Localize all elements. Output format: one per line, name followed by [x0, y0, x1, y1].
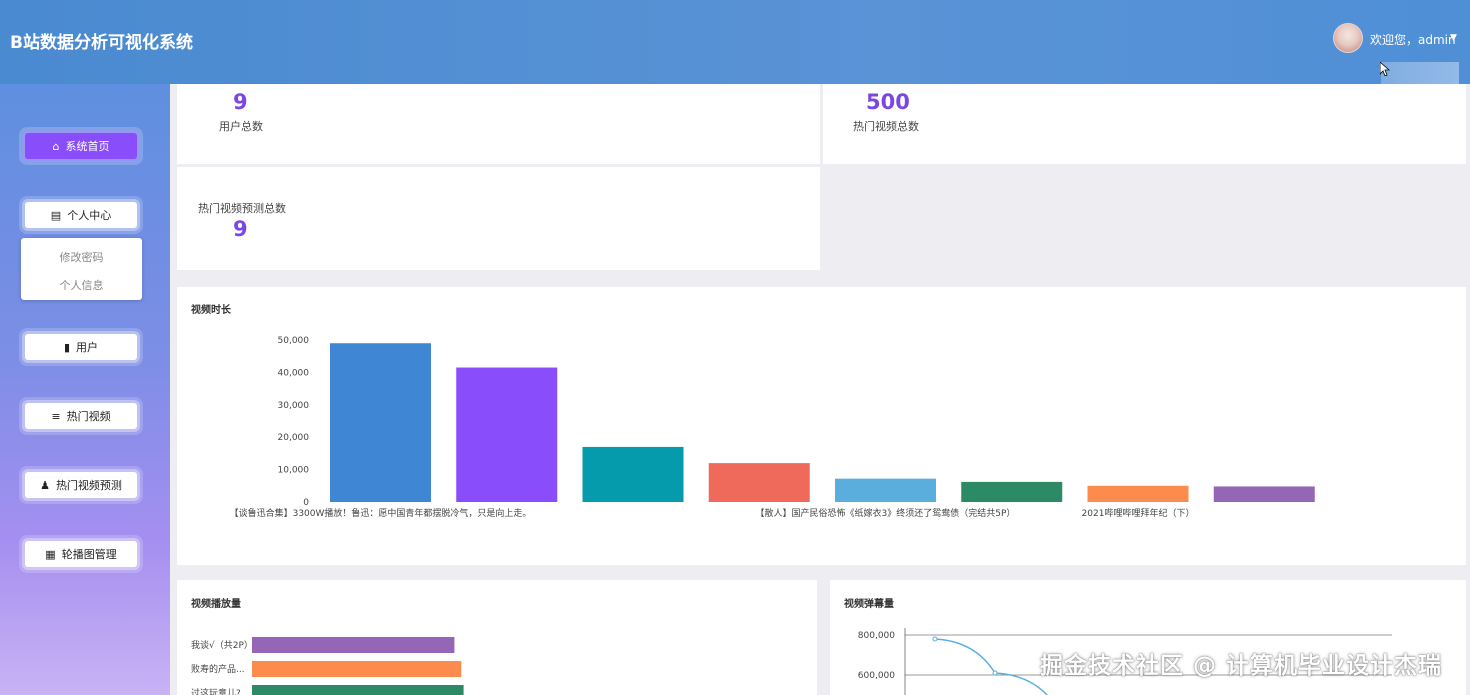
x-tick-label: 【谈鲁迅合集】3300W播放！鲁迅：愿中国青年都摆脱冷气，只是向上走。 — [230, 507, 532, 519]
calendar-icon: ▤ — [50, 208, 62, 222]
bar[interactable] — [456, 367, 558, 502]
sidebar-item-home[interactable]: ⌂ 系统首页 — [25, 133, 137, 159]
bar[interactable] — [708, 463, 810, 502]
bar[interactable] — [252, 661, 462, 677]
y-tick-label: 我谈√（共2P） — [191, 639, 253, 651]
list-icon: ≡ — [51, 409, 61, 423]
bar[interactable] — [582, 446, 684, 502]
data-point[interactable] — [932, 636, 938, 642]
stat-value: 500 — [866, 90, 910, 114]
plays-bar-chart: 我谈√（共2P） 败寿的产品... 过这玩意儿? — [191, 637, 464, 695]
stat-card-hot-videos: 500 热门视频总数 — [823, 84, 1466, 164]
y-tick-label: 50,000 — [278, 336, 310, 346]
stat-value: 9 — [233, 217, 248, 241]
stat-value: 9 — [233, 90, 248, 114]
y-tick-label: 40,000 — [278, 368, 310, 378]
sidebar-item-label: 轮播图管理 — [61, 548, 117, 561]
welcome-text[interactable]: 欢迎您，admin — [1370, 31, 1456, 48]
y-tick-label: 败寿的产品... — [191, 663, 245, 675]
stat-label: 热门视频预测总数 — [198, 202, 286, 215]
sidebar-item-label: 系统首页 — [65, 140, 110, 153]
stat-card-predictions: 热门视频预测总数 9 — [177, 167, 820, 270]
stat-card-users: 9 用户总数 — [177, 84, 820, 164]
sidebar-item-hot-video-prediction[interactable]: ♟ 热门视频预测 — [25, 472, 137, 498]
sidebar: ⌂ 系统首页 ▤ 个人中心 修改密码 个人信息 ▮ 用户 ≡ 热门视频 ♟ 热门… — [0, 84, 170, 695]
home-icon: ⌂ — [52, 139, 60, 153]
sidebar-item-label: 热门视频 — [66, 410, 111, 423]
y-tick-label: 800,000 — [858, 631, 895, 641]
stat-label: 用户总数 — [219, 120, 263, 133]
cursor-icon — [1380, 62, 1390, 76]
bar[interactable] — [252, 637, 455, 653]
y-tick-label: 600,000 — [858, 671, 895, 681]
stat-label: 热门视频总数 — [853, 120, 919, 133]
duration-bar-chart: 0 10,000 20,000 30,000 40,000 50,000 【谈鲁迅合集】33… — [230, 336, 1315, 519]
grid-icon: ▦ — [45, 547, 56, 561]
person-icon: ♟ — [40, 478, 50, 492]
submenu-item-personal-info[interactable]: 个人信息 — [21, 277, 142, 293]
y-tick-label: 0 — [303, 498, 309, 508]
data-point[interactable] — [992, 670, 998, 676]
bar[interactable] — [1087, 485, 1189, 502]
plays-chart-panel: 视频播放量 我谈√（共2P） 败寿的产品... 过这玩意儿? — [177, 580, 817, 695]
y-tick-label: 20,000 — [278, 433, 310, 443]
bar[interactable] — [330, 343, 431, 502]
series-line — [934, 638, 1048, 695]
bar[interactable] — [252, 685, 464, 695]
sidebar-item-label: 用户 — [76, 341, 99, 354]
user-dropdown-hover — [1381, 62, 1459, 84]
bar[interactable] — [961, 481, 1063, 502]
x-tick-label: 【散人】国产民俗恐怖《纸嫁衣3》终须还了鸳鸯债（完结共5P） — [756, 507, 1016, 519]
watermark: 掘金技术社区 @ 计算机毕业设计杰瑞 — [1040, 653, 1443, 679]
profile-submenu: 修改密码 个人信息 — [21, 238, 142, 300]
y-tick-label: 过这玩意儿? — [191, 687, 241, 695]
sidebar-item-profile[interactable]: ▤ 个人中心 — [25, 202, 137, 228]
sidebar-item-hot-videos[interactable]: ≡ 热门视频 — [25, 403, 137, 429]
top-header: B站数据分析可视化系统 欢迎您，admin ▼ — [0, 0, 1470, 84]
bar[interactable] — [1213, 486, 1315, 502]
duration-chart-panel: 视频时长 0 10,000 20,000 30,000 40,000 50,000 【谈鲁迅… — [177, 287, 1466, 565]
sidebar-item-label: 个人中心 — [67, 209, 112, 222]
avatar[interactable] — [1333, 23, 1363, 53]
sidebar-item-carousel-management[interactable]: ▦ 轮播图管理 — [25, 541, 137, 567]
y-tick-label: 10,000 — [278, 466, 310, 476]
chevron-down-icon[interactable]: ▼ — [1450, 33, 1457, 43]
submenu-item-change-password[interactable]: 修改密码 — [21, 249, 142, 265]
app-title: B站数据分析可视化系统 — [10, 33, 193, 53]
x-tick-label: 2021哔哩哔哩拜年纪（下） — [1082, 507, 1195, 519]
book-icon: ▮ — [63, 340, 71, 354]
sidebar-item-label: 热门视频预测 — [55, 479, 122, 492]
sidebar-item-users[interactable]: ▮ 用户 — [25, 334, 137, 360]
y-tick-label: 30,000 — [278, 401, 310, 411]
bar[interactable] — [835, 478, 936, 502]
